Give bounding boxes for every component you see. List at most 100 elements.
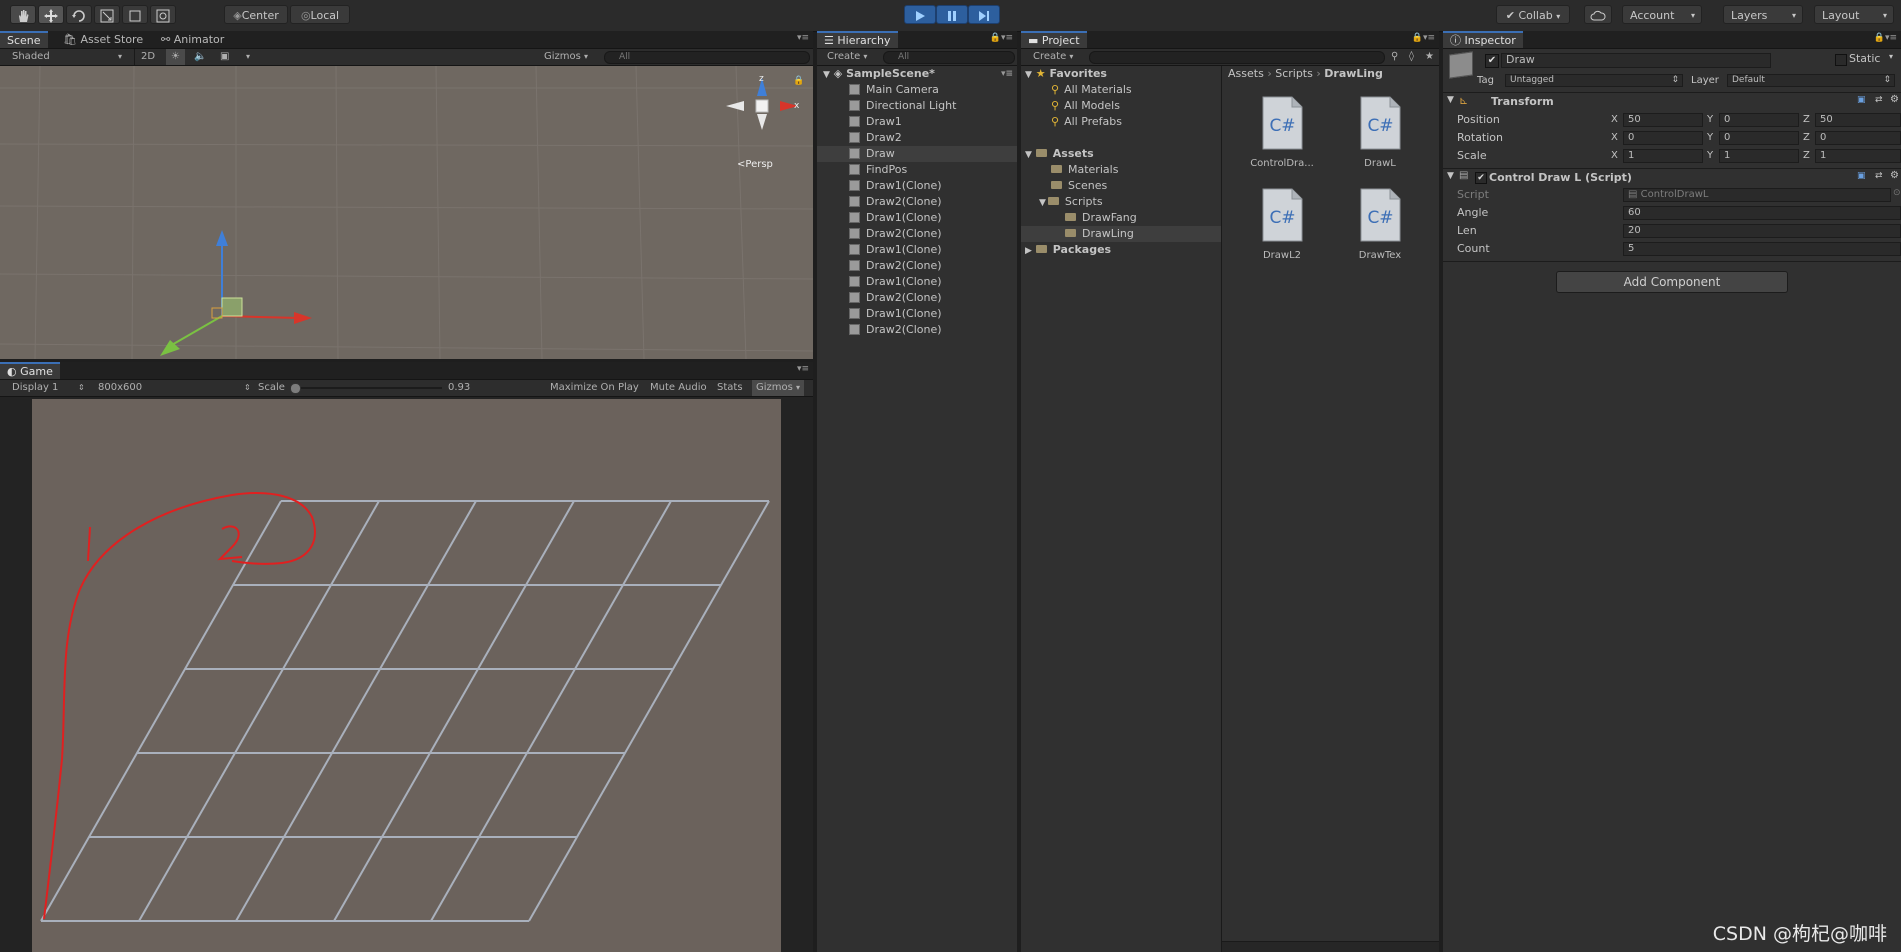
effects-toggle-icon[interactable]: ▣ — [220, 49, 229, 65]
angle-field[interactable]: 60 — [1623, 206, 1901, 220]
game-view[interactable] — [32, 399, 781, 952]
panel-menu-icon[interactable]: 🔒▾≡ — [990, 33, 1013, 43]
script-enabled-checkbox[interactable]: ✔ — [1475, 172, 1487, 184]
assets-row[interactable]: ▼ Assets — [1021, 146, 1094, 162]
gizmos-dropdown[interactable]: Gizmos ▾ — [544, 49, 588, 65]
len-field[interactable]: 20 — [1623, 224, 1901, 238]
project-create-button[interactable]: Create ▾ — [1033, 49, 1073, 65]
tab-animator[interactable]: ⚯ Animator — [154, 31, 231, 48]
script-file-item[interactable]: C# ControlDra... — [1237, 96, 1327, 182]
gizmo-y-arrow[interactable] — [216, 230, 228, 246]
scale-tool-button[interactable] — [94, 5, 120, 24]
scale-slider-handle[interactable] — [290, 383, 301, 394]
lighting-toggle-icon[interactable]: ☀ — [166, 49, 185, 65]
cloud-button[interactable] — [1584, 5, 1612, 24]
count-field[interactable]: 5 — [1623, 242, 1901, 256]
hierarchy-item[interactable]: Draw1(Clone) — [817, 210, 1017, 226]
tag-dropdown[interactable]: Untagged ⇕ — [1505, 74, 1683, 87]
static-checkbox[interactable] — [1835, 54, 1847, 66]
hierarchy-create-button[interactable]: Create ▾ — [827, 49, 867, 65]
favorites-row[interactable]: ▼ ★ Favorites — [1021, 66, 1107, 82]
hierarchy-item[interactable]: Draw2(Clone) — [817, 290, 1017, 306]
gear-icon[interactable]: ⚙ — [1890, 94, 1899, 105]
hand-tool-button[interactable] — [10, 5, 36, 24]
game-gizmos-toggle[interactable]: Gizmos ▾ — [752, 380, 805, 396]
resolution-dropdown[interactable]: 800x600 — [98, 380, 142, 396]
tab-project[interactable]: ▬ Project — [1021, 31, 1087, 48]
scale-field[interactable]: 1 — [1623, 149, 1703, 163]
folder-scenes[interactable]: Scenes — [1051, 178, 1107, 194]
scale-field[interactable]: 1 — [1815, 149, 1901, 163]
gear-icon[interactable]: ⚙ — [1890, 170, 1899, 181]
filter-label-icon[interactable]: ◊ — [1409, 49, 1414, 65]
scene-view[interactable]: z x <Persp 🔒 — [0, 66, 813, 359]
hierarchy-item[interactable]: Draw2(Clone) — [817, 322, 1017, 338]
layout-dropdown[interactable]: Layout ▾ — [1814, 5, 1894, 24]
object-picker-icon[interactable]: ⊙ — [1893, 188, 1901, 198]
hierarchy-item[interactable]: Main Camera — [817, 82, 1017, 98]
help-icon[interactable]: ▣ — [1857, 95, 1866, 105]
folder-drawfang[interactable]: DrawFang — [1065, 210, 1137, 226]
tab-asset-store[interactable]: 🛍 Asset Store — [56, 31, 150, 48]
maximize-on-play-toggle[interactable]: Maximize On Play — [550, 380, 639, 396]
packages-row[interactable]: ▶ Packages — [1021, 242, 1111, 258]
tab-inspector[interactable]: ⓘ Inspector — [1443, 31, 1523, 48]
script-file-item[interactable]: C# DrawL — [1335, 96, 1425, 182]
hierarchy-item[interactable]: Draw2(Clone) — [817, 194, 1017, 210]
rect-tool-button[interactable] — [122, 5, 148, 24]
favorite-item[interactable]: ⚲ All Models — [1051, 98, 1120, 114]
folder-scripts[interactable]: ▼ Scripts — [1039, 194, 1103, 210]
hierarchy-item[interactable]: Draw1(Clone) — [817, 242, 1017, 258]
panel-menu-icon[interactable]: 🔒▾≡ — [1874, 33, 1897, 43]
play-button[interactable] — [904, 5, 936, 24]
move-tool-button[interactable] — [38, 5, 64, 24]
hierarchy-item[interactable]: Draw1 — [817, 114, 1017, 130]
scene-search-input[interactable]: All — [604, 51, 810, 64]
tab-game[interactable]: ◐ Game — [0, 362, 60, 379]
hierarchy-item[interactable]: Draw1(Clone) — [817, 306, 1017, 322]
panel-menu-icon[interactable]: ▾≡ — [797, 33, 809, 43]
2d-toggle[interactable]: 2D — [134, 49, 161, 65]
pivot-center-button[interactable]: ◈Center — [224, 5, 288, 24]
shading-dropdown[interactable]: Shaded — [12, 49, 50, 65]
scale-field[interactable]: 1 — [1719, 149, 1799, 163]
position-field[interactable]: 0 — [1719, 113, 1799, 127]
step-button[interactable] — [968, 5, 1000, 24]
layers-dropdown[interactable]: Layers ▾ — [1723, 5, 1803, 24]
filter-type-icon[interactable]: ⚲ — [1391, 49, 1398, 65]
help-icon[interactable]: ▣ — [1857, 171, 1866, 181]
rotation-field[interactable]: 0 — [1815, 131, 1901, 145]
display-dropdown[interactable]: Display 1 — [12, 380, 58, 396]
position-field[interactable]: 50 — [1815, 113, 1901, 127]
script-component-header[interactable]: ▼ ▤ ✔ Control Draw L (Script) ▣ ⇄ ⚙ — [1443, 170, 1901, 186]
breadcrumb-item[interactable]: Scripts — [1275, 67, 1313, 80]
orientation-gizmo[interactable] — [722, 74, 802, 154]
hierarchy-item[interactable]: Draw1(Clone) — [817, 274, 1017, 290]
pause-button[interactable] — [936, 5, 968, 24]
tab-hierarchy[interactable]: ☰ Hierarchy — [817, 31, 898, 48]
rotation-field[interactable]: 0 — [1719, 131, 1799, 145]
preset-icon[interactable]: ⇄ — [1875, 95, 1883, 105]
tab-scene[interactable]: Scene — [0, 31, 48, 48]
favorite-item[interactable]: ⚲ All Materials — [1051, 82, 1132, 98]
stats-toggle[interactable]: Stats — [717, 380, 743, 396]
account-dropdown[interactable]: Account ▾ — [1622, 5, 1702, 24]
hierarchy-item[interactable]: Directional Light — [817, 98, 1017, 114]
script-file-item[interactable]: C# DrawL2 — [1237, 188, 1327, 274]
object-name-field[interactable]: Draw — [1501, 53, 1771, 68]
project-search-input[interactable] — [1089, 51, 1385, 64]
transform-header[interactable]: ▼ ⊾ Transform ▣ ⇄ ⚙ — [1443, 94, 1901, 110]
active-checkbox[interactable]: ✔ — [1485, 54, 1499, 68]
breadcrumb-item[interactable]: Assets — [1228, 67, 1264, 80]
scene-root-row[interactable]: ▼ ◈ SampleScene* ▾≡ — [817, 66, 1017, 82]
hierarchy-item[interactable]: Draw2(Clone) — [817, 258, 1017, 274]
audio-toggle-icon[interactable]: 🔈 — [194, 49, 206, 65]
breadcrumb-item[interactable]: DrawLing — [1324, 67, 1383, 80]
layer-dropdown[interactable]: Default ⇕ — [1727, 74, 1895, 87]
panel-menu-icon[interactable]: 🔒▾≡ — [1412, 33, 1435, 43]
mute-audio-toggle[interactable]: Mute Audio — [650, 380, 707, 396]
hierarchy-item[interactable]: Draw2(Clone) — [817, 226, 1017, 242]
add-component-button[interactable]: Add Component — [1556, 271, 1788, 293]
folder-materials[interactable]: Materials — [1051, 162, 1118, 178]
scene-menu-icon[interactable]: ▾≡ — [1001, 66, 1013, 82]
